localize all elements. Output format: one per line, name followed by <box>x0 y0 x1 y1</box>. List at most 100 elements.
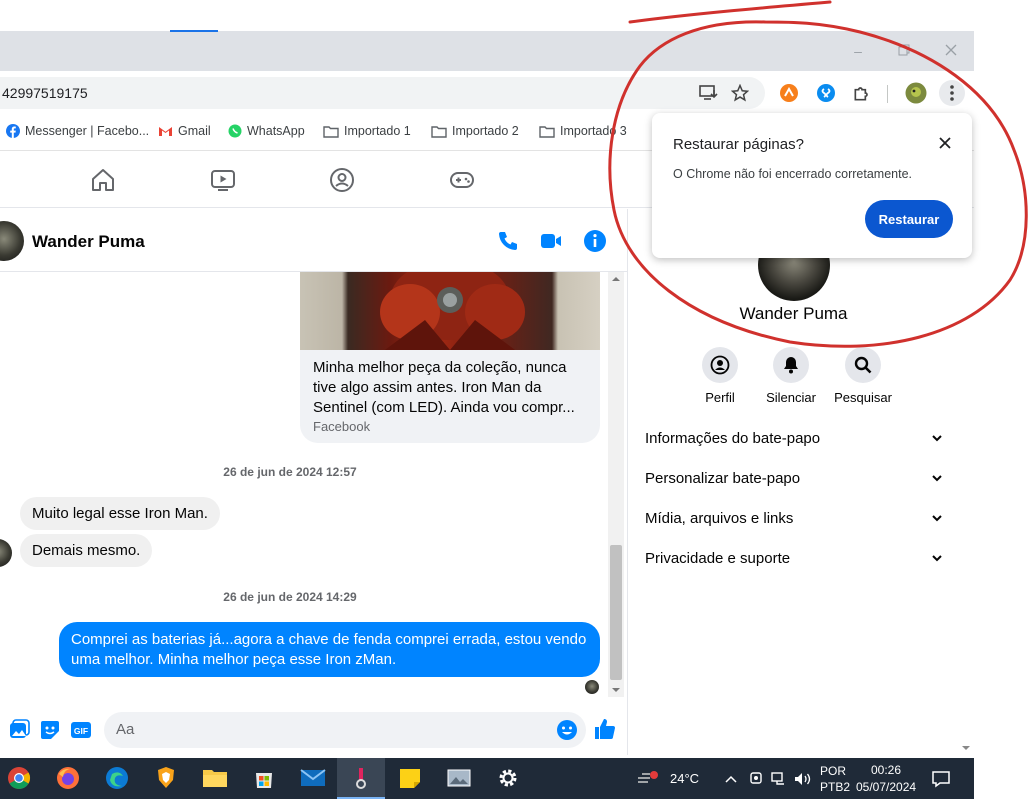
incoming-message[interactable]: Muito legal esse Iron Man. <box>20 497 220 530</box>
groups-icon[interactable] <box>328 166 356 194</box>
emoji-icon[interactable] <box>556 719 578 741</box>
mute-button[interactable]: Silenciar <box>755 347 827 405</box>
bookmark-folder-importado-3[interactable]: Importado 3 <box>539 124 627 138</box>
keyboard-layout-text[interactable]: PTB2 <box>820 780 850 794</box>
scroll-down-arrow-icon[interactable] <box>608 685 624 695</box>
message-timestamp: 26 de jun de 2024 12:57 <box>223 465 357 479</box>
message-composer: GIF Aa <box>0 705 627 755</box>
mail-app-icon[interactable] <box>300 765 326 791</box>
whatsapp-icon <box>228 124 242 138</box>
chevron-up-icon[interactable] <box>724 773 738 785</box>
avast-extension-icon[interactable] <box>777 81 801 105</box>
chat-scrollbar[interactable] <box>608 272 624 697</box>
gmail-icon <box>159 126 172 136</box>
install-app-icon[interactable] <box>697 81 721 105</box>
folder-icon <box>431 125 447 138</box>
outgoing-message[interactable]: Comprei as baterias já...agora a chave d… <box>59 622 600 677</box>
bookmark-whatsapp[interactable]: WhatsApp <box>228 124 305 138</box>
browser-menu-icon[interactable] <box>939 80 965 106</box>
browser-titlebar <box>0 31 974 71</box>
language-text[interactable]: POR <box>820 764 846 778</box>
restore-button[interactable]: Restaurar <box>865 200 953 238</box>
close-icon[interactable] <box>935 133 955 153</box>
clock-date[interactable]: 05/07/2024 <box>856 780 916 794</box>
search-button[interactable]: Pesquisar <box>827 347 899 405</box>
shared-post-source: Facebook <box>313 419 371 434</box>
bookmark-folder-importado-2[interactable]: Importado 2 <box>431 124 519 138</box>
panel-scrollbar[interactable] <box>958 209 974 755</box>
microsoft-store-app-icon[interactable] <box>251 765 277 791</box>
weather-thermometer-icon[interactable] <box>636 768 662 788</box>
profile-avatar-icon[interactable] <box>904 81 928 105</box>
svg-text:GIF: GIF <box>74 726 88 736</box>
device-icon[interactable] <box>749 771 763 787</box>
phone-call-icon[interactable] <box>496 229 520 253</box>
section-privacy-support[interactable]: Privacidade e suporte <box>645 550 943 570</box>
bookmark-label: Importado 2 <box>452 124 519 138</box>
chrome-app-icon[interactable] <box>6 765 32 791</box>
sender-avatar[interactable] <box>0 539 12 567</box>
gif-icon[interactable]: GIF <box>70 719 92 741</box>
shared-post-text: Minha melhor peça da coleção, nunca tive… <box>313 359 575 416</box>
shared-post-card[interactable]: Minha melhor peça da coleção, nunca tive… <box>300 272 600 443</box>
temperature-text[interactable]: 24°C <box>670 771 699 786</box>
scroll-up-arrow-icon[interactable] <box>608 274 624 284</box>
scroll-thumb[interactable] <box>610 545 622 680</box>
edge-app-icon[interactable] <box>104 765 130 791</box>
firefox-app-icon[interactable] <box>55 765 81 791</box>
section-label: Mídia, arquivos e links <box>645 510 794 527</box>
extensions-puzzle-icon[interactable] <box>850 81 874 105</box>
like-thumbs-up-icon[interactable] <box>593 717 617 741</box>
snipping-tool-app-icon[interactable] <box>348 765 374 791</box>
shared-post-image[interactable] <box>300 272 600 350</box>
video-icon[interactable] <box>209 166 237 194</box>
bookmark-star-icon[interactable] <box>728 81 752 105</box>
popup-message: O Chrome não foi encerrado corretamente. <box>673 167 913 181</box>
message-input[interactable]: Aa <box>104 712 586 748</box>
section-chat-info[interactable]: Informações do bate-papo <box>645 430 943 450</box>
address-bar[interactable]: 42997519175 <box>0 77 765 109</box>
toolbar-divider <box>887 85 888 103</box>
bookmark-label: Importado 1 <box>344 124 411 138</box>
section-label: Privacidade e suporte <box>645 550 791 567</box>
sticker-icon[interactable] <box>39 719 61 741</box>
profile-button[interactable]: Perfil <box>684 347 756 405</box>
network-icon[interactable] <box>771 772 787 786</box>
message-input-placeholder: Aa <box>116 721 135 738</box>
sticky-notes-app-icon[interactable] <box>397 765 423 791</box>
incoming-message[interactable]: Demais mesmo. <box>20 534 153 567</box>
settings-gear-icon[interactable] <box>495 765 521 791</box>
gaming-icon[interactable] <box>448 166 476 194</box>
notification-center-icon[interactable] <box>931 770 951 788</box>
bookmark-folder-importado-1[interactable]: Importado 1 <box>323 124 411 138</box>
section-media-files-links[interactable]: Mídia, arquivos e links <box>645 510 943 530</box>
file-explorer-app-icon[interactable] <box>202 765 228 791</box>
search-label: Pesquisar <box>834 390 892 405</box>
message-list[interactable]: Minha melhor peça da coleção, nunca tive… <box>0 272 610 697</box>
minimize-button[interactable]: – <box>847 41 869 61</box>
chevron-down-icon <box>932 475 942 482</box>
shazam-extension-icon[interactable] <box>814 81 838 105</box>
scroll-down-arrow-icon[interactable] <box>958 743 974 753</box>
video-call-icon[interactable] <box>539 229 563 253</box>
chevron-down-icon <box>932 515 942 522</box>
conversation-details-panel: Wander Puma Perfil Silenciar Pesquisar I… <box>627 209 958 755</box>
folder-icon <box>323 125 339 138</box>
home-icon[interactable] <box>89 166 117 194</box>
contact-name[interactable]: Wander Puma <box>32 232 145 252</box>
close-window-button[interactable] <box>940 41 962 61</box>
photos-app-icon[interactable] <box>446 765 472 791</box>
bookmark-messenger[interactable]: Messenger | Facebo... <box>6 124 149 138</box>
info-icon[interactable] <box>583 229 607 253</box>
windows-taskbar: 24°C POR PTB2 00:26 05/07/2024 <box>0 758 974 799</box>
volume-icon[interactable] <box>794 772 812 786</box>
restore-window-button[interactable] <box>893 41 915 61</box>
active-tab-indicator <box>170 30 218 32</box>
section-customize-chat[interactable]: Personalizar bate-papo <box>645 470 943 490</box>
panel-contact-name: Wander Puma <box>739 304 848 323</box>
brave-app-icon[interactable] <box>153 765 179 791</box>
bookmark-gmail[interactable]: Gmail <box>158 124 211 138</box>
clock-time[interactable]: 00:26 <box>871 763 901 777</box>
gallery-icon[interactable] <box>8 719 30 741</box>
contact-avatar[interactable] <box>0 221 24 261</box>
